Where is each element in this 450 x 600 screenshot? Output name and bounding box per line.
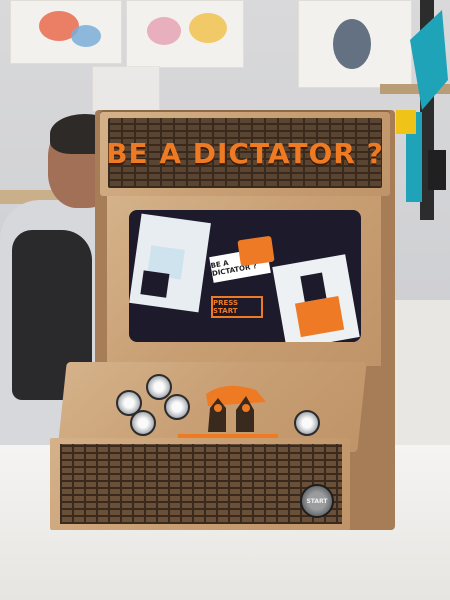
wall-picture — [92, 66, 160, 112]
screen-card-right — [272, 254, 360, 342]
panel-art-icon — [206, 385, 266, 432]
wall-picture — [10, 0, 122, 64]
screen-stamp-icon — [237, 235, 275, 267]
cabinet-front — [50, 438, 350, 530]
arcade-button[interactable] — [294, 410, 320, 436]
game-screen: BE A DICTATOR ? PRESS START — [129, 210, 361, 342]
start-button[interactable]: START — [300, 484, 334, 518]
screen-card-left — [129, 213, 211, 313]
arcade-button[interactable] — [130, 410, 156, 436]
wall-picture — [298, 0, 412, 88]
front-grill — [60, 444, 342, 524]
screen-panel: BE A DICTATOR ? PRESS START — [107, 196, 381, 366]
arcade-button[interactable] — [164, 394, 190, 420]
wall-picture — [126, 0, 244, 68]
photo-scene: BE A DICTATOR ? BE A DICTATOR ? PRESS ST… — [0, 0, 450, 600]
cabinet-marquee: BE A DICTATOR ? — [100, 110, 390, 196]
yellow-block — [396, 110, 416, 134]
marquee-title: BE A DICTATOR ? — [106, 136, 384, 170]
press-start-button[interactable]: PRESS START — [211, 296, 263, 318]
